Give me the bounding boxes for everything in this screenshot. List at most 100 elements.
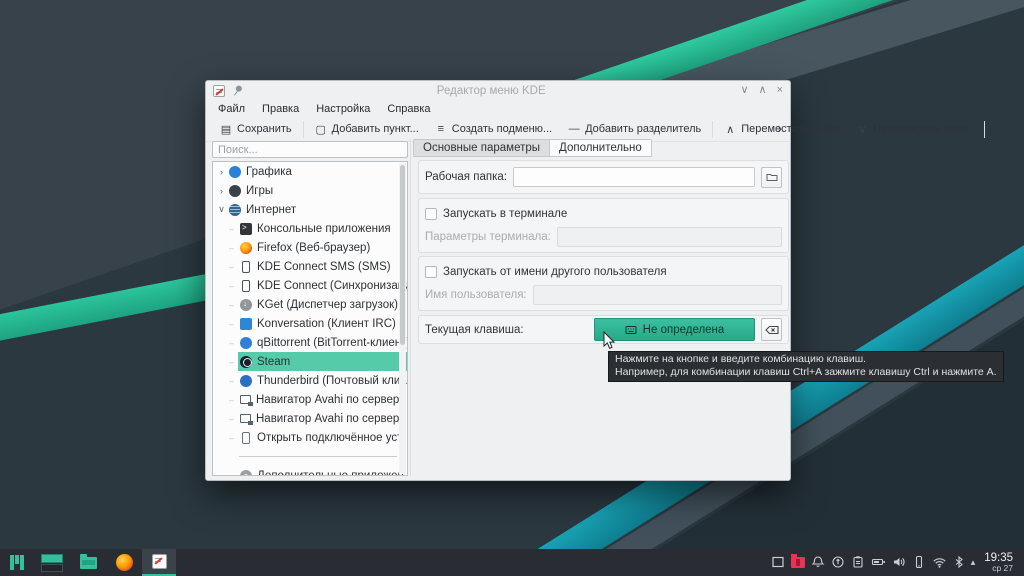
tree-item-kdeconnect-sms[interactable]: – KDE Connect SMS (SMS) (213, 257, 407, 276)
shortcut-key-button[interactable]: Не определена (594, 318, 755, 341)
tree-item-qbittorrent[interactable]: – qBittorrent (BitTorrent-клиент) (213, 333, 407, 352)
tree-item-kget[interactable]: – KGet (Диспетчер загрузок) (213, 295, 407, 314)
scrollbar-thumb[interactable] (400, 165, 405, 346)
minimize-button[interactable]: ∨ (740, 85, 748, 96)
kget-icon (240, 298, 252, 311)
maximize-button[interactable]: ∧ (759, 85, 767, 96)
username-label: Имя пользователя: (425, 289, 527, 301)
tray-wifi-icon[interactable] (932, 555, 947, 569)
tray-battery-icon[interactable] (871, 555, 886, 569)
kmenuedit-app-icon (213, 84, 225, 97)
tray-notifications-bell-icon[interactable] (811, 555, 825, 569)
device-icon (242, 431, 250, 444)
tree-item-games[interactable]: › Игры (213, 181, 407, 200)
app-launcher-button[interactable] (0, 549, 34, 576)
add-separator-icon: — (568, 123, 580, 135)
network-icon (240, 395, 253, 406)
clear-shortcut-button[interactable] (761, 318, 782, 341)
working-dir-label: Рабочая папка: (425, 171, 507, 183)
virtual-desktop-pager[interactable] (34, 549, 70, 576)
menu-edit[interactable]: Правка (262, 103, 299, 115)
tray-volume-icon[interactable] (892, 555, 906, 569)
save-button[interactable]: ▤ Сохранить (212, 120, 300, 139)
menubar: Файл Правка Настройка Справка (206, 100, 790, 117)
menu-tree: › Графика › Игры ∨ Интернет – Консольные… (212, 161, 408, 476)
panel-splitter[interactable] (410, 139, 411, 476)
tab-general[interactable]: Основные параметры (413, 139, 550, 157)
file-manager-launcher[interactable] (70, 549, 106, 576)
digital-clock[interactable]: 19:35 ср 27 (981, 552, 1019, 573)
menu-help[interactable]: Справка (387, 103, 430, 115)
close-button[interactable]: × (777, 85, 783, 96)
menu-file[interactable]: Файл (218, 103, 245, 115)
folder-icon (766, 174, 777, 181)
tree-item-avahi-browser-1[interactable]: – Навигатор Avahi по сервера… (213, 390, 407, 409)
save-icon: ▤ (220, 123, 232, 136)
run-as-user-checkbox[interactable] (425, 266, 437, 278)
terminal-checkbox-label: Запускать в терминале (443, 208, 568, 220)
firefox-launcher[interactable] (106, 549, 142, 576)
tray-power-status-icon[interactable] (831, 555, 845, 569)
desktop-1[interactable] (41, 553, 63, 563)
toolbar-separator (302, 120, 304, 138)
tooltip-line-1: Нажмите на кнопке и введите комбинацию к… (615, 353, 867, 365)
tree-item-graphics[interactable]: › Графика (213, 162, 407, 181)
tree-item-thunderbird[interactable]: – Thunderbird (Почтовый кли… (213, 371, 407, 390)
tree-item-internet[interactable]: ∨ Интернет (213, 200, 407, 219)
terminal-args-input[interactable] (556, 227, 782, 247)
collapse-arrow-icon[interactable]: ∨ (216, 204, 227, 215)
network-icon (240, 414, 253, 425)
steam-icon (240, 355, 252, 368)
toolbar-overflow-chevron-icon[interactable]: › (777, 120, 782, 137)
tree-item-open-connected-device[interactable]: – Открыть подключённое уст… (213, 428, 407, 447)
tree-item-more-apps[interactable]: – Дополнительные приложен… (213, 466, 407, 475)
tray-expand-arrow-icon[interactable]: ▴ (971, 557, 976, 568)
move-down-icon: ∨ (858, 123, 867, 136)
current-key-label: Текущая клавиша: (425, 323, 524, 336)
tray-bluetooth-icon[interactable] (953, 555, 965, 569)
keyboard-icon (625, 325, 637, 334)
tab-advanced[interactable]: Дополнительно (549, 139, 652, 157)
mouse-cursor (603, 331, 616, 349)
tree-item-konversation[interactable]: – Konversation (Клиент IRC) (213, 314, 407, 333)
tree-item-console-apps[interactable]: – Консольные приложения (213, 219, 407, 238)
firefox-icon (240, 241, 252, 254)
expand-arrow-icon[interactable]: › (216, 167, 227, 177)
search-input[interactable] (212, 141, 408, 158)
tree-item-kdeconnect[interactable]: – KDE Connect (Синхронизаци… (213, 276, 407, 295)
shortcut-tooltip: Нажмите на кнопке и введите комбинацию к… (608, 351, 1004, 382)
browse-folder-button[interactable] (761, 166, 782, 188)
add-item-icon: ▢ (315, 123, 326, 136)
desktop: Редактор меню KDE ∨ ∧ × Файл Правка Наст… (0, 0, 1024, 576)
titlebar[interactable]: Редактор меню KDE ∨ ∧ × (206, 81, 790, 100)
taskbar-kmenuedit-task[interactable] (142, 549, 176, 576)
tray-kdeconnect-device-icon[interactable] (912, 555, 926, 569)
username-input[interactable] (532, 285, 782, 305)
phone-icon (242, 260, 250, 273)
graphics-icon (229, 165, 241, 178)
move-down-button[interactable]: ∨ Переместить ниже (848, 120, 977, 139)
tree-item-avahi-browser-2[interactable]: – Навигатор Avahi по сервера… (213, 409, 407, 428)
add-separator-button[interactable]: — Добавить разделитель (560, 120, 709, 138)
menu-settings[interactable]: Настройка (316, 103, 370, 115)
add-item-button[interactable]: ▢ Добавить пункт... (307, 120, 427, 139)
tree-scrollbar[interactable] (399, 163, 406, 474)
tray-window-outline-icon[interactable] (771, 555, 785, 569)
new-submenu-button[interactable]: ≡ Создать подменю... (427, 120, 560, 138)
tray-updates-red-folder-icon[interactable] (790, 553, 805, 568)
folder-icon (79, 553, 97, 569)
tree-item-steam-selected[interactable]: – Steam (213, 352, 407, 371)
working-dir-input[interactable] (512, 167, 755, 187)
tray-clipboard-icon[interactable] (851, 555, 865, 569)
move-up-button[interactable]: ∧ Переместить выше (716, 120, 848, 139)
expand-arrow-icon[interactable]: › (216, 186, 227, 196)
window-title: Редактор меню KDE (436, 84, 546, 97)
firefox-icon (115, 554, 133, 571)
desktop-2[interactable] (41, 563, 63, 572)
terminal-group: Запускать в терминале Параметры терминал… (418, 198, 789, 253)
tree-item-firefox[interactable]: – Firefox (Веб-браузер) (213, 238, 407, 257)
kde-menu-editor-window: Редактор меню KDE ∨ ∧ × Файл Правка Наст… (205, 80, 985, 481)
toolbar-separator (712, 120, 714, 138)
terminal-checkbox[interactable] (425, 208, 437, 220)
thunderbird-icon (240, 374, 252, 387)
